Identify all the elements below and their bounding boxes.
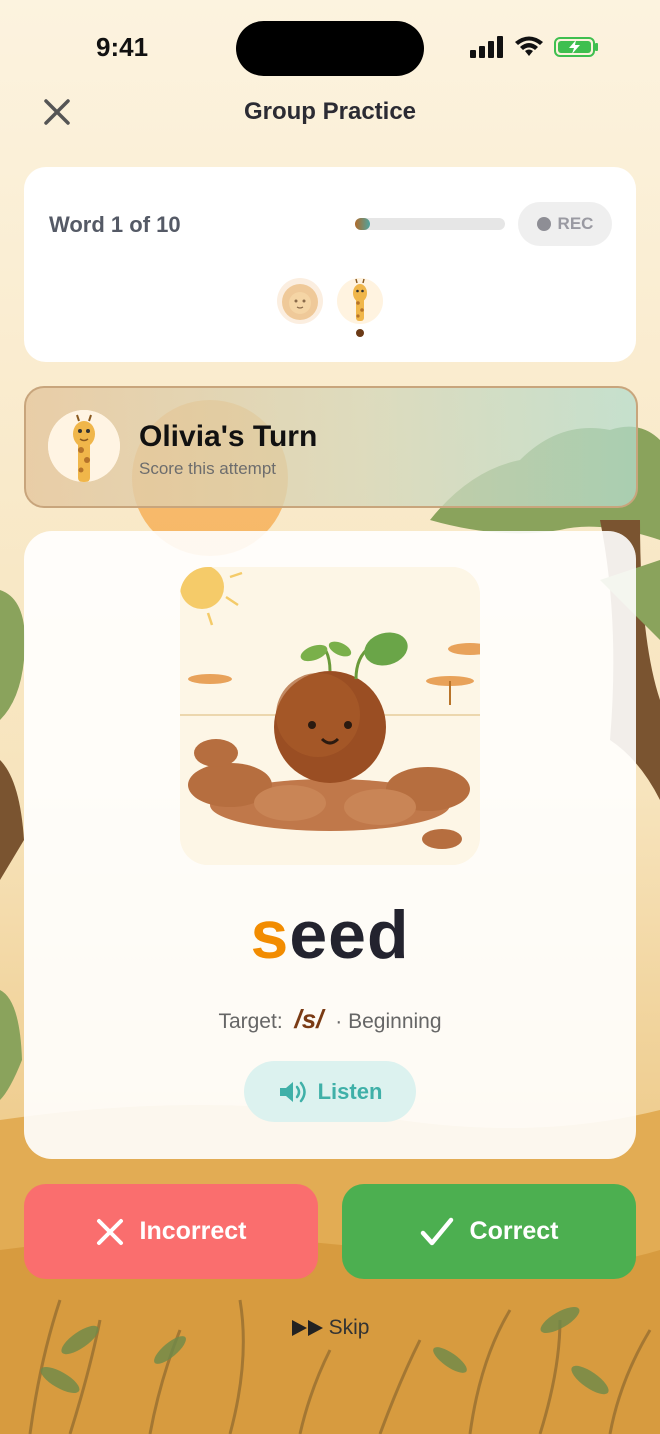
target-separator: · (335, 1010, 343, 1033)
checkmark-icon (420, 1217, 453, 1245)
listen-label: Listen (317, 1078, 383, 1104)
target-info: Target: /s/ · Beginning (24, 1004, 636, 1035)
turn-banner: Olivia's Turn Score this attempt (24, 386, 638, 508)
wifi-icon (515, 36, 543, 56)
speaker-icon (279, 1081, 306, 1102)
status-icons (470, 36, 600, 58)
target-word: seed (24, 896, 636, 974)
record-dot-icon (536, 217, 551, 231)
target-label: Target: (218, 1010, 283, 1033)
turn-subtitle: Score this attempt (139, 459, 277, 478)
skip-button[interactable]: Skip (0, 1316, 660, 1340)
header: Group Practice (0, 90, 660, 134)
progress-bar-fill (355, 218, 370, 230)
target-word-highlight: s (250, 897, 290, 973)
target-phoneme: /s/ (294, 1004, 324, 1034)
status-bar: 9:41 (0, 0, 660, 90)
battery-charging-icon (554, 37, 598, 57)
fast-forward-icon (291, 1320, 323, 1336)
turn-player-name: Olivia's Turn (139, 420, 318, 453)
status-time: 9:41 (96, 32, 149, 62)
incorrect-button[interactable]: Incorrect (24, 1184, 318, 1279)
correct-label: Correct (469, 1217, 559, 1245)
skip-label: Skip (328, 1316, 370, 1339)
target-word-rest: eed (289, 897, 410, 973)
dynamic-island (236, 21, 424, 76)
page-title: Group Practice (243, 98, 417, 125)
giraffe-avatar-icon (48, 410, 120, 482)
active-player-indicator (356, 329, 364, 337)
lion-avatar-icon[interactable] (276, 277, 324, 325)
word-count-label: Word 1 of 10 (49, 212, 181, 237)
correct-button[interactable]: Correct (342, 1184, 636, 1279)
seed-illustration (180, 567, 480, 865)
target-position: Beginning (348, 1010, 442, 1033)
rec-button[interactable]: REC (518, 202, 612, 246)
rec-label: REC (557, 214, 594, 233)
progress-card: Word 1 of 10 REC (24, 167, 636, 362)
progress-bar (355, 218, 505, 230)
x-icon (96, 1218, 123, 1245)
word-card: seed Target: /s/ · Beginning Listen (24, 531, 636, 1159)
incorrect-label: Incorrect (139, 1217, 247, 1245)
cellular-signal-icon (470, 36, 503, 58)
listen-button[interactable]: Listen (244, 1061, 416, 1122)
giraffe-avatar-icon[interactable] (336, 277, 384, 325)
